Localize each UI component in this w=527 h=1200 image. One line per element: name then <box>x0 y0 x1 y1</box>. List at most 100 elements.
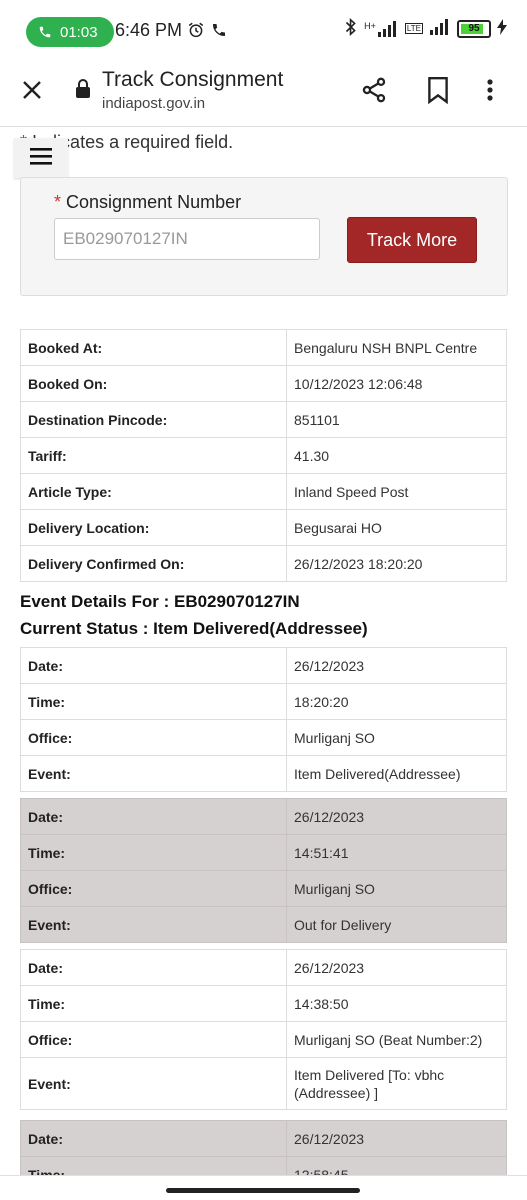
table-row: Time: 14:38:50 <box>20 985 507 1022</box>
row-value: Murliganj SO <box>286 719 507 756</box>
table-row: Office: Murliganj SO <box>20 870 507 907</box>
row-value: Item Delivered(Addressee) <box>286 755 507 792</box>
row-label: Time: <box>20 1156 287 1175</box>
close-icon[interactable] <box>20 78 44 107</box>
booking-details-table: Booked At: Bengaluru NSH BNPL Centre Booke… <box>20 329 507 582</box>
divider <box>0 1175 527 1176</box>
row-label: Office: <box>20 719 287 756</box>
network-type-label: H+ <box>364 20 376 31</box>
table-row: Delivery Location: Begusarai HO <box>20 509 507 546</box>
event-table: Date: 26/12/2023 Time: 14:38:50 Office: Murli… <box>20 949 507 1110</box>
gesture-nav-handle[interactable] <box>166 1188 360 1193</box>
alarm-icon <box>187 21 205 44</box>
table-row: Time: 12:58:45 <box>20 1156 507 1175</box>
row-label: Date: <box>20 1120 287 1157</box>
row-label: Time: <box>20 834 287 871</box>
signal-icon <box>429 19 451 38</box>
row-label: Event: <box>20 755 287 792</box>
row-value: Murliganj SO <box>286 870 507 907</box>
menu-button[interactable] <box>14 138 68 178</box>
lock-icon[interactable] <box>75 79 91 104</box>
row-label: Date: <box>20 798 287 835</box>
signal-icon: H+ <box>364 20 399 37</box>
consignment-number-input[interactable] <box>54 218 320 260</box>
row-value: 14:38:50 <box>286 985 507 1022</box>
menu-icon <box>30 147 52 170</box>
bluetooth-icon <box>344 17 358 39</box>
table-row: Event: Item Delivered [To: vbhc (Addresse… <box>20 1057 507 1110</box>
row-value: 41.30 <box>286 437 507 474</box>
row-value: Inland Speed Post <box>286 473 507 510</box>
table-row: Event: Out for Delivery <box>20 906 507 943</box>
row-value: 26/12/2023 <box>286 949 507 986</box>
table-row: Booked On: 10/12/2023 12:06:48 <box>20 365 507 402</box>
table-row: Time: 18:20:20 <box>20 683 507 720</box>
row-label: Delivery Confirmed On: <box>20 545 287 582</box>
row-label: Tariff: <box>20 437 287 474</box>
table-row: Booked At: Bengaluru NSH BNPL Centre <box>20 329 507 366</box>
row-label: Delivery Location: <box>20 509 287 546</box>
consignment-form: * Consignment Number Track More <box>20 177 508 296</box>
event-table: Date: 26/12/2023 Time: 18:20:20 Office: Murli… <box>20 647 507 792</box>
required-star: * <box>54 192 62 212</box>
row-label: Article Type: <box>20 473 287 510</box>
event-details-heading: Event Details For : EB029070127IN <box>20 592 300 611</box>
row-value: Begusarai HO <box>286 509 507 546</box>
row-value: Item Delivered [To: vbhc (Addressee) ] <box>286 1057 507 1110</box>
row-value: 14:51:41 <box>286 834 507 871</box>
row-value: 18:20:20 <box>286 683 507 720</box>
row-label: Office: <box>20 870 287 907</box>
event-table-clip: Date: 26/12/2023 Time: 12:58:45 <box>0 1120 527 1175</box>
row-label: Time: <box>20 683 287 720</box>
share-icon[interactable] <box>360 76 388 109</box>
table-row: Tariff: 41.30 <box>20 437 507 474</box>
bookmark-icon[interactable] <box>427 76 449 109</box>
ongoing-call-chip[interactable]: 01:03 <box>26 17 114 47</box>
more-vert-icon[interactable] <box>486 76 494 109</box>
table-row: Date: 26/12/2023 <box>20 949 507 986</box>
phone-icon <box>211 22 227 43</box>
call-timer: 01:03 <box>60 23 98 41</box>
table-row: Office: Murliganj SO <box>20 719 507 756</box>
page-url[interactable]: indiapost.gov.in <box>102 95 205 112</box>
table-row: Date: 26/12/2023 <box>20 798 507 835</box>
table-row: Date: 26/12/2023 <box>20 647 507 684</box>
track-more-button[interactable]: Track More <box>347 217 477 263</box>
consignment-label-text: Consignment Number <box>66 192 242 212</box>
row-label: Date: <box>20 647 287 684</box>
row-value: Out for Delivery <box>286 906 507 943</box>
row-value: Bengaluru NSH BNPL Centre <box>286 329 507 366</box>
row-value: 26/12/2023 <box>286 798 507 835</box>
row-label: Event: <box>20 906 287 943</box>
browser-toolbar: Track Consignment indiapost.gov.in <box>0 62 527 127</box>
volte-badge: LTE <box>404 23 423 34</box>
row-label: Destination Pincode: <box>20 401 287 438</box>
row-label: Time: <box>20 985 287 1022</box>
row-label: Booked On: <box>20 365 287 402</box>
consignment-label: * Consignment Number <box>54 192 241 213</box>
row-value: Murliganj SO (Beat Number:2) <box>286 1021 507 1058</box>
phone-icon <box>38 25 52 39</box>
clock: 6:46 PM <box>115 20 183 40</box>
table-row: Office: Murliganj SO (Beat Number:2) <box>20 1021 507 1058</box>
row-label: Date: <box>20 949 287 986</box>
table-row: Event: Item Delivered(Addressee) <box>20 755 507 792</box>
row-value: 851101 <box>286 401 507 438</box>
event-table: Date: 26/12/2023 Time: 14:51:41 Office: Murli… <box>20 798 507 943</box>
status-bar: 01:03 6:46 PM H+ LTE 95 <box>0 0 527 62</box>
row-value: 26/12/2023 <box>286 647 507 684</box>
charging-icon <box>497 19 507 38</box>
row-label: Booked At: <box>20 329 287 366</box>
row-label: Office: <box>20 1021 287 1058</box>
row-value: 26/12/2023 <box>286 1120 507 1157</box>
table-row: Delivery Confirmed On: 26/12/2023 18:20:2… <box>20 545 507 582</box>
table-row: Destination Pincode: 851101 <box>20 401 507 438</box>
table-row: Article Type: Inland Speed Post <box>20 473 507 510</box>
row-label: Event: <box>20 1057 287 1110</box>
table-row: Time: 14:51:41 <box>20 834 507 871</box>
event-table: Date: 26/12/2023 Time: 12:58:45 <box>20 1120 507 1175</box>
row-value: 10/12/2023 12:06:48 <box>286 365 507 402</box>
current-status-heading: Current Status : Item Delivered(Addresse… <box>20 619 368 638</box>
row-value: 26/12/2023 18:20:20 <box>286 545 507 582</box>
battery-level: 95 <box>468 23 480 34</box>
